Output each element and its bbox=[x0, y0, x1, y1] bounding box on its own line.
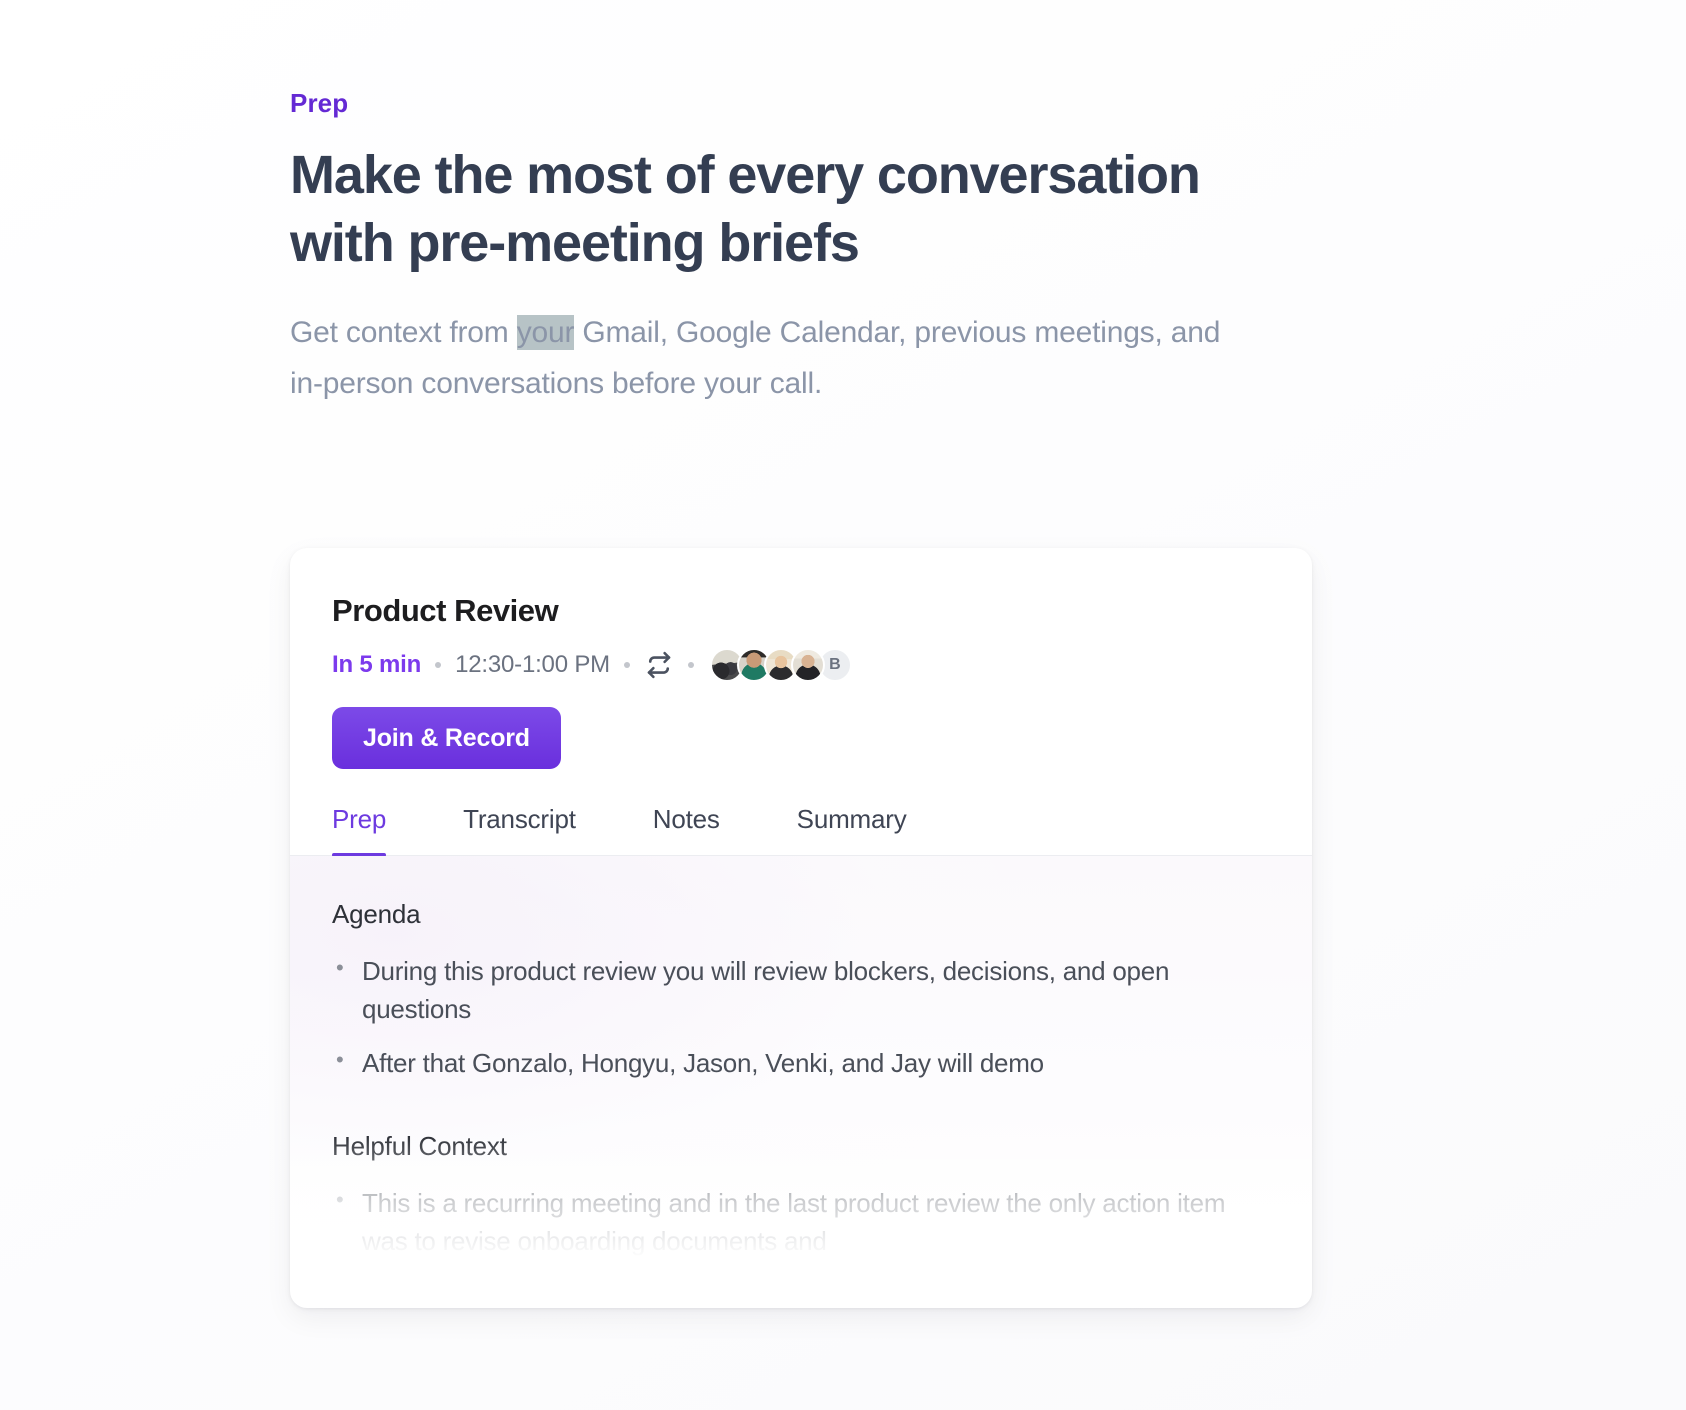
tab-notes[interactable]: Notes bbox=[653, 804, 720, 855]
meeting-time-range: 12:30-1:00 PM bbox=[455, 651, 610, 679]
meeting-starts-in: In 5 min bbox=[332, 651, 422, 679]
prep-panel: Agenda During this product review you wi… bbox=[290, 856, 1312, 1287]
meeting-title: Product Review bbox=[332, 593, 559, 628]
agenda-list: During this product review you will revi… bbox=[332, 952, 1270, 1083]
meeting-card-header: Product Review In 5 min 12:30-1:00 PM B … bbox=[290, 548, 1312, 770]
join-and-record-button[interactable]: Join & Record bbox=[332, 707, 561, 770]
repeat-icon bbox=[644, 650, 674, 680]
helpful-context-list: This is a recurring meeting and in the l… bbox=[332, 1184, 1270, 1261]
avatar bbox=[790, 648, 825, 683]
page-root: Prep Make the most of every conversation… bbox=[0, 0, 1686, 1410]
meeting-card: Product Review In 5 min 12:30-1:00 PM B … bbox=[290, 548, 1312, 1308]
meta-separator-dot bbox=[623, 662, 630, 669]
selected-text-highlight: your bbox=[516, 315, 575, 351]
tab-transcript[interactable]: Transcript bbox=[463, 804, 576, 855]
hero-section: Prep Make the most of every conversation… bbox=[290, 88, 1310, 409]
list-item: After that Gonzalo, Hongyu, Jason, Venki… bbox=[332, 1044, 1227, 1083]
agenda-heading: Agenda bbox=[332, 899, 421, 930]
list-item: This is a recurring meeting and in the l… bbox=[332, 1184, 1227, 1261]
page-subtitle: Get context from your Gmail, Google Cale… bbox=[290, 307, 1250, 409]
meta-separator-dot bbox=[687, 662, 694, 669]
card-tab-bar: Prep Transcript Notes Summary bbox=[290, 804, 1312, 857]
meeting-meta-row: In 5 min 12:30-1:00 PM B bbox=[332, 648, 1270, 683]
tab-summary[interactable]: Summary bbox=[797, 804, 907, 855]
list-item: During this product review you will revi… bbox=[332, 952, 1227, 1029]
tab-prep[interactable]: Prep bbox=[332, 804, 386, 857]
section-eyebrow: Prep bbox=[290, 88, 349, 118]
meta-separator-dot bbox=[435, 662, 442, 669]
subtitle-text-before: Get context from bbox=[290, 316, 517, 350]
attendee-avatar-group[interactable]: B bbox=[709, 648, 852, 683]
helpful-context-heading: Helpful Context bbox=[332, 1131, 507, 1162]
page-title: Make the most of every conversation with… bbox=[290, 145, 1201, 274]
